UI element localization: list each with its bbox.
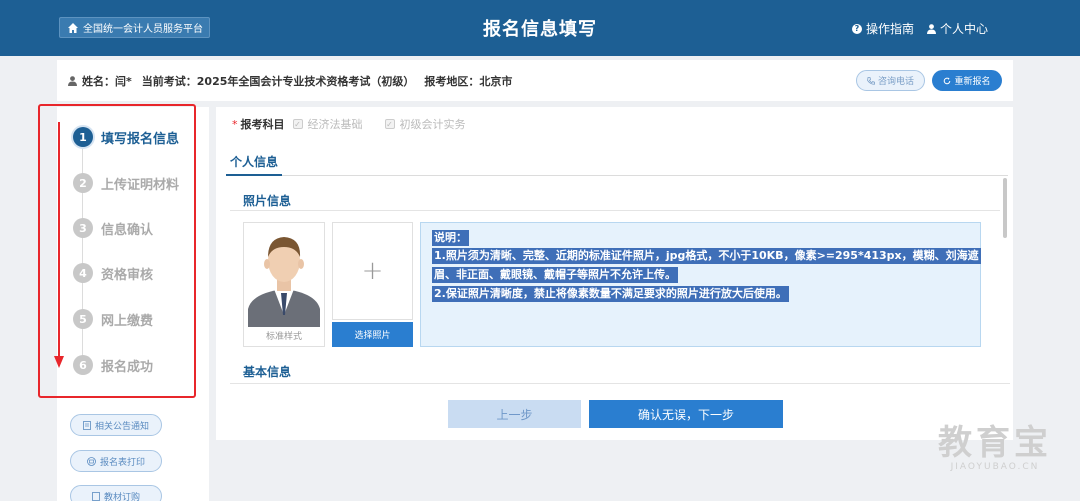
watermark-url: JIAOYUBAO.CN bbox=[950, 462, 1040, 472]
watermark-logo: 教育宝 JIAOYUBAO.CN bbox=[920, 424, 1070, 472]
required-mark: * bbox=[232, 117, 238, 131]
help-icon: ? bbox=[852, 23, 862, 34]
tab-bar bbox=[226, 150, 1008, 176]
subject-row: * 报考科目 ✓ 经济法基础 ✓ 初级会计实务 bbox=[232, 116, 488, 132]
refresh-icon bbox=[944, 77, 951, 84]
reapply-button[interactable]: 重新报名 bbox=[932, 70, 1002, 91]
print-form-label: 报名表打印 bbox=[99, 457, 145, 468]
sample-portrait-image bbox=[244, 223, 324, 327]
user-icon bbox=[927, 23, 936, 34]
print-icon bbox=[87, 456, 96, 466]
instruction-line: 1.照片须为清晰、完整、近期的标准证件照片，jpg格式，不小于10KB，像素>=… bbox=[432, 248, 981, 264]
guide-link[interactable]: ? 操作指南 bbox=[852, 20, 914, 37]
annotation-arrow-line bbox=[58, 122, 60, 360]
instruction-line: 说明： bbox=[432, 230, 469, 246]
current-exam: 当前考试：2025年全国会计专业技术资格考试（初级） bbox=[141, 74, 415, 88]
consult-phone-button[interactable]: 咨询电话 bbox=[856, 70, 925, 91]
section-divider bbox=[230, 383, 1010, 384]
plus-icon: + bbox=[361, 256, 384, 286]
document-icon bbox=[83, 420, 91, 430]
applicant-name: 姓名：闫* bbox=[82, 74, 132, 88]
instruction-line: 2.保证照片清晰度，禁止将像素数量不满足要求的照片进行放大后使用。 bbox=[432, 286, 789, 302]
textbook-order-label: 教材订购 bbox=[103, 492, 140, 501]
photo-section-title: 照片信息 bbox=[243, 194, 292, 208]
photo-instructions-box bbox=[420, 222, 981, 347]
previous-step-button[interactable]: 上一步 bbox=[448, 400, 581, 428]
subject-option-accounting-practice: 初级会计实务 bbox=[399, 118, 466, 131]
announcements-button[interactable]: 相关公告通知 bbox=[70, 414, 162, 436]
print-form-button[interactable]: 报名表打印 bbox=[70, 450, 162, 472]
basic-info-section-title: 基本信息 bbox=[243, 365, 292, 379]
announcements-label: 相关公告通知 bbox=[94, 421, 149, 432]
subject-option-economic-law: 经济法基础 bbox=[307, 118, 363, 131]
exam-region: 报考地区：北京市 bbox=[424, 74, 513, 88]
user-center-link[interactable]: 个人中心 bbox=[927, 20, 988, 37]
subject-checkbox-economic-law[interactable]: ✓ bbox=[292, 119, 303, 129]
sample-caption: 标准样式 bbox=[265, 332, 302, 342]
phone-icon bbox=[867, 76, 875, 85]
instruction-line: 眉、非正面、戴眼镜、戴帽子等照片不允许上传。 bbox=[432, 267, 678, 283]
user-center-label: 个人中心 bbox=[940, 22, 989, 36]
annotation-highlight-box bbox=[38, 104, 196, 398]
annotation-arrow-head bbox=[54, 356, 64, 368]
subject-checkbox-accounting-practice[interactable]: ✓ bbox=[384, 119, 395, 129]
section-divider bbox=[230, 210, 1000, 211]
user-icon bbox=[68, 75, 77, 86]
subject-label: 报考科目 bbox=[240, 118, 285, 131]
guide-link-label: 操作指南 bbox=[866, 22, 915, 36]
confirm-next-button[interactable]: 确认无误，下一步 bbox=[589, 400, 783, 428]
choose-photo-button[interactable]: 选择照片 bbox=[332, 322, 413, 347]
tab-personal-info[interactable]: 个人信息 bbox=[230, 153, 278, 170]
photo-upload-area[interactable]: + bbox=[332, 222, 413, 320]
watermark-text: 教育宝 bbox=[938, 423, 1052, 463]
page-title: 报名信息填写 bbox=[483, 19, 597, 40]
consult-phone-label: 咨询电话 bbox=[877, 77, 914, 87]
textbook-order-button[interactable]: 教材订购 bbox=[70, 485, 162, 501]
reapply-label: 重新报名 bbox=[954, 77, 991, 87]
active-tab-indicator bbox=[226, 174, 282, 176]
scrollbar[interactable] bbox=[1003, 178, 1007, 238]
book-icon bbox=[92, 491, 100, 501]
